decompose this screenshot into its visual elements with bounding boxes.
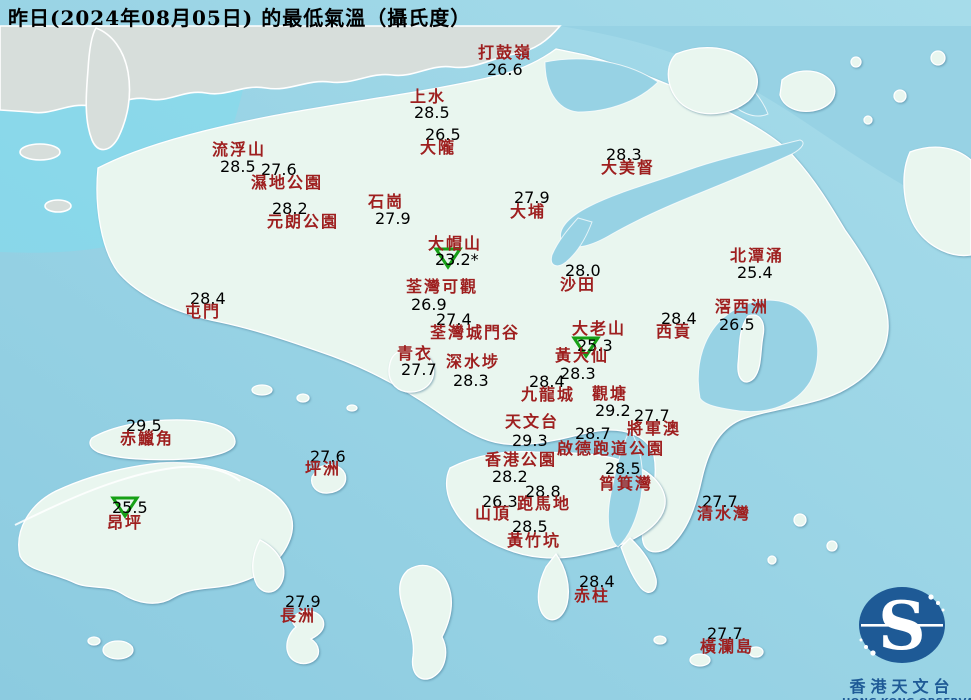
hong-kong-map-background [0, 0, 971, 700]
station-name-label: 啟德跑道公園 [557, 441, 665, 457]
station-name-label: 昂坪 [107, 515, 143, 531]
station-name-label: 香港公園 [485, 452, 557, 468]
station-name-label: 山頂 [475, 506, 511, 522]
station-temperature-value: 28.2 [492, 469, 528, 485]
station-name-label: 北潭涌 [730, 248, 784, 264]
station-name-label: 滘西洲 [715, 299, 769, 315]
station-temperature-value: 28.5 [414, 105, 450, 121]
station-name-label: 元朗公園 [267, 214, 339, 230]
station-name-label: 將軍澳 [627, 421, 681, 437]
station-name-label: 跑馬地 [517, 496, 571, 512]
station-name-label: 觀塘 [592, 386, 628, 402]
station-temperature-value: 29.3 [512, 433, 548, 449]
station-name-label: 坪洲 [305, 461, 341, 477]
station-temperature-value: 25.4 [737, 265, 773, 281]
title-bar: 昨日(2024年08月05日) 的最低氣溫（攝氏度） [0, 0, 971, 27]
hko-logo-chinese-name: 香港天文台 [842, 673, 962, 697]
station-temperature-value: 26.6 [487, 62, 523, 78]
station-name-label: 大埔 [510, 204, 546, 220]
station-name-label: 荃灣可觀 [406, 279, 478, 295]
station-name-label: 深水埗 [446, 354, 500, 370]
station-name-label: 濕地公園 [251, 175, 323, 191]
station-name-label: 青衣 [397, 346, 433, 362]
station-name-label: 天文台 [505, 414, 559, 430]
svg-text:S: S [878, 587, 926, 665]
station-name-label: 流浮山 [212, 142, 266, 158]
station-name-label: 石崗 [368, 194, 404, 210]
hko-logo-icon: S [847, 584, 957, 668]
station-name-label: 橫瀾島 [700, 639, 754, 655]
station-name-label: 打鼓嶺 [478, 45, 532, 61]
station-name-label: 大隴 [420, 140, 456, 156]
station-name-label: 赤鱲角 [120, 431, 174, 447]
page-title: 昨日(2024年08月05日) 的最低氣溫（攝氏度） [8, 2, 471, 31]
station-temperature-value: 28.3 [560, 366, 596, 382]
station-name-label: 黃大仙 [555, 348, 609, 364]
station-name-label: 筲箕灣 [599, 476, 653, 492]
station-name-label: 沙田 [560, 277, 596, 293]
station-name-label: 大帽山 [428, 236, 482, 252]
station-name-label: 上水 [410, 89, 446, 105]
station-name-label: 西貢 [656, 324, 692, 340]
station-temperature-value: 27.9 [375, 211, 411, 227]
station-name-label: 荃灣城門谷 [430, 325, 520, 341]
station-name-label: 屯門 [185, 304, 221, 320]
hko-logo: S 香港天文台 HONG KONG OBSERVATORY [842, 584, 962, 700]
station-name-label: 長洲 [280, 608, 316, 624]
station-temperature-value: 27.7 [401, 362, 437, 378]
station-name-label: 清水灣 [697, 506, 751, 522]
station-name-label: 大美督 [601, 160, 655, 176]
station-name-label: 黃竹坑 [507, 533, 561, 549]
station-temperature-value: 26.5 [719, 317, 755, 333]
weather-map: 昨日(2024年08月05日) 的最低氣溫（攝氏度） 26.6打鼓嶺 28.5上水… [0, 0, 971, 700]
station-temperature-value: 28.3 [453, 373, 489, 389]
station-temperature-value: 29.2 [595, 403, 631, 419]
station-name-label: 九龍城 [521, 387, 575, 403]
station-name-label: 赤柱 [574, 588, 610, 604]
station-temperature-value: 23.2* [435, 252, 479, 268]
station-name-label: 大老山 [572, 321, 626, 337]
